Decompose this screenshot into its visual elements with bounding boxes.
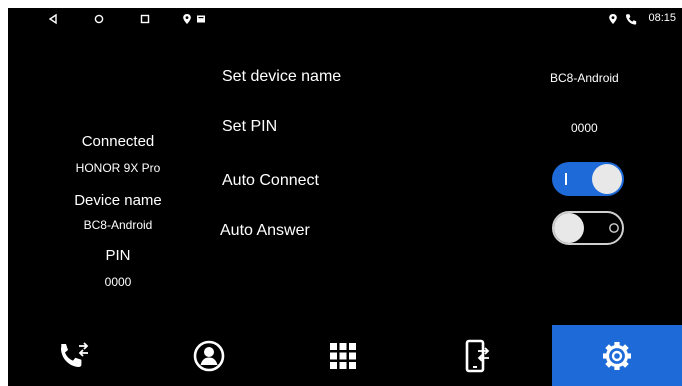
pin-field[interactable]: 0000: [571, 121, 598, 135]
contacts-icon: [193, 340, 225, 371]
call-transfer-icon: [61, 341, 89, 367]
dialpad-icon: [330, 342, 356, 369]
auto-answer-toggle[interactable]: [552, 211, 624, 245]
nav-settings[interactable]: [552, 325, 682, 386]
device-name-label: Device name: [74, 192, 162, 209]
nav-contacts[interactable]: [142, 325, 276, 386]
pin-value: 0000: [104, 275, 132, 289]
settings-icon: [603, 341, 631, 370]
auto-connect-label: Auto Connect: [222, 172, 319, 189]
connected-label: Connected: [81, 133, 155, 150]
set-device-name-label[interactable]: Set device name: [222, 68, 341, 86]
location-icon: [609, 14, 617, 24]
phone-transfer-icon: [465, 339, 490, 372]
connection-summary: Connected HONOR 9X Pro Device name BC8-A…: [38, 8, 198, 308]
toggle-on-mark-icon: [565, 173, 567, 185]
toggle-knob: [592, 164, 622, 194]
toggle-off-mark-icon: [609, 223, 619, 233]
toggle-knob: [554, 213, 584, 243]
nav-phone-transfer[interactable]: [410, 325, 544, 386]
bottom-nav: [8, 325, 682, 386]
nav-call-transfer[interactable]: [8, 325, 142, 386]
device-name-value: BC8-Android: [83, 218, 153, 232]
device-name-field[interactable]: BC8-Android: [550, 71, 619, 85]
nav-dialpad[interactable]: [276, 325, 410, 386]
bluetooth-settings-screen: 08:15 Connected HONOR 9X Pro Device name…: [8, 8, 682, 386]
auto-answer-label: Auto Answer: [220, 222, 310, 239]
auto-connect-toggle[interactable]: [552, 162, 624, 196]
clock: 08:15: [648, 12, 676, 24]
pin-label: PIN: [105, 247, 131, 264]
phone-icon: [626, 14, 637, 25]
set-pin-label[interactable]: Set PIN: [222, 118, 277, 136]
connected-device: HONOR 9X Pro: [75, 161, 161, 175]
